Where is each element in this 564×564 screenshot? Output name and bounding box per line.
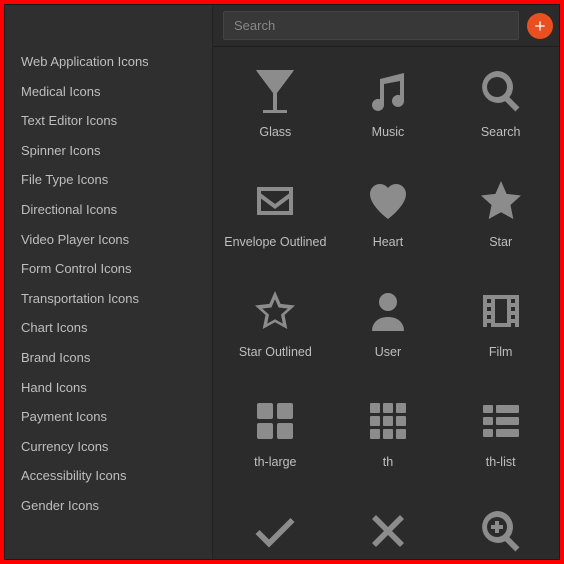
icon-label: Envelope Outlined (224, 235, 326, 265)
envelope-o-icon (247, 173, 303, 229)
sidebar-item[interactable]: Brand Icons (5, 343, 212, 373)
user-icon (360, 283, 416, 339)
icon-cell-th[interactable]: th (334, 385, 443, 491)
sidebar-item[interactable]: Web Application Icons (5, 47, 212, 77)
sidebar-item[interactable]: Payment Icons (5, 402, 212, 432)
film-icon (473, 283, 529, 339)
icon-label: Search (481, 125, 521, 155)
icon-grid: Glass Music Search Envelope Outlined Heart St… (221, 55, 555, 559)
check-icon (247, 503, 303, 559)
icon-label: th-list (486, 455, 516, 485)
th-icon (360, 393, 416, 449)
icon-label: Star Outlined (239, 345, 312, 375)
sidebar-item[interactable]: Chart Icons (5, 313, 212, 343)
icon-label: th (383, 455, 393, 485)
icon-cell-heart[interactable]: Heart (334, 165, 443, 271)
sidebar-item[interactable]: Gender Icons (5, 491, 212, 521)
th-list-icon (473, 393, 529, 449)
icon-cell-th-large[interactable]: th-large (221, 385, 330, 491)
glass-icon (247, 63, 303, 119)
main-pane: Glass Music Search Envelope Outlined Heart St… (213, 5, 559, 559)
icon-label: User (375, 345, 401, 375)
icon-cell-envelope-o[interactable]: Envelope Outlined (221, 165, 330, 271)
sidebar-item[interactable]: Spinner Icons (5, 136, 212, 166)
sidebar-item[interactable]: Hand Icons (5, 373, 212, 403)
icon-cell-user[interactable]: User (334, 275, 443, 381)
star-o-icon (247, 283, 303, 339)
plus-icon (532, 18, 548, 34)
icon-label: Star (489, 235, 512, 265)
sidebar-item[interactable]: Transportation Icons (5, 284, 212, 314)
times-icon (360, 503, 416, 559)
icon-cell-film[interactable]: Film (446, 275, 555, 381)
search-row (213, 5, 559, 47)
icon-cell-star-o[interactable]: Star Outlined (221, 275, 330, 381)
icon-cell-times[interactable]: Times (334, 495, 443, 559)
heart-icon (360, 173, 416, 229)
sidebar-item[interactable]: File Type Icons (5, 165, 212, 195)
icon-cell-check[interactable]: Check (221, 495, 330, 559)
sidebar-item[interactable]: Medical Icons (5, 77, 212, 107)
star-icon (473, 173, 529, 229)
icon-picker-panel: Web Application IconsMedical IconsText E… (4, 4, 560, 560)
icon-label: Glass (259, 125, 291, 155)
search-input[interactable] (223, 11, 519, 40)
search-icon (473, 63, 529, 119)
icon-label: Heart (373, 235, 404, 265)
music-icon (360, 63, 416, 119)
th-large-icon (247, 393, 303, 449)
icon-cell-music[interactable]: Music (334, 55, 443, 161)
sidebar-item[interactable]: Text Editor Icons (5, 106, 212, 136)
icon-label: th-large (254, 455, 296, 485)
add-button[interactable] (527, 13, 553, 39)
category-sidebar: Web Application IconsMedical IconsText E… (5, 5, 213, 559)
sidebar-item[interactable]: Video Player Icons (5, 225, 212, 255)
sidebar-item[interactable]: Accessibility Icons (5, 461, 212, 491)
sidebar-item[interactable]: Currency Icons (5, 432, 212, 462)
sidebar-item[interactable]: Directional Icons (5, 195, 212, 225)
icon-cell-search-plus[interactable]: Search Plus (446, 495, 555, 559)
icon-cell-star[interactable]: Star (446, 165, 555, 271)
icon-cell-search[interactable]: Search (446, 55, 555, 161)
icon-cell-glass[interactable]: Glass (221, 55, 330, 161)
icon-label: Music (372, 125, 405, 155)
icon-grid-scroll[interactable]: Glass Music Search Envelope Outlined Heart St… (213, 47, 559, 559)
icon-cell-th-list[interactable]: th-list (446, 385, 555, 491)
sidebar-item[interactable]: Form Control Icons (5, 254, 212, 284)
search-plus-icon (473, 503, 529, 559)
icon-label: Film (489, 345, 513, 375)
